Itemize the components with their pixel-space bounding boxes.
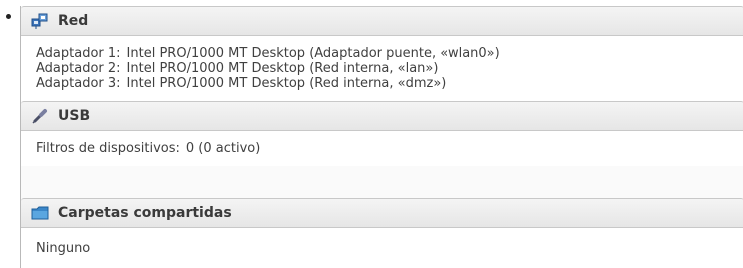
- section-header-shared-folders[interactable]: Carpetas compartidas: [21, 198, 743, 228]
- adapter-2-value: Intel PRO/1000 MT Desktop (Red interna, …: [126, 61, 439, 76]
- usb-plug-icon: [31, 107, 49, 125]
- list-bullet: [6, 14, 11, 19]
- section-body-shared-folders: Ninguno: [21, 228, 743, 268]
- adapter-1-label: Adaptador 1:: [36, 46, 121, 61]
- shared-folders-value: Ninguno: [36, 241, 91, 256]
- section-body-red: Adaptador 1: Intel PRO/1000 MT Desktop (A…: [21, 36, 743, 101]
- section-header-usb[interactable]: USB: [21, 101, 743, 131]
- section-title-red: Red: [58, 13, 89, 29]
- network-icon: [31, 12, 49, 30]
- adapter-3-value: Intel PRO/1000 MT Desktop (Red interna, …: [126, 76, 447, 91]
- adapter-3-label: Adaptador 3:: [36, 76, 121, 91]
- list-item: Adaptador 2: Intel PRO/1000 MT Desktop (R…: [36, 61, 743, 76]
- list-item: Adaptador 1: Intel PRO/1000 MT Desktop (A…: [36, 46, 743, 61]
- section-title-usb: USB: [58, 108, 91, 124]
- folder-icon: [31, 204, 49, 222]
- device-filters-value: 0 (0 activo): [185, 141, 261, 156]
- section-header-red[interactable]: Red: [21, 6, 743, 36]
- section-title-shared-folders: Carpetas compartidas: [58, 205, 232, 221]
- list-item: Ninguno: [36, 241, 743, 256]
- device-filters-label: Filtros de dispositivos:: [36, 141, 180, 156]
- list-item: Filtros de dispositivos: 0 (0 activo): [36, 141, 743, 156]
- section-body-usb: Filtros de dispositivos: 0 (0 activo): [21, 131, 743, 166]
- adapter-1-value: Intel PRO/1000 MT Desktop (Adaptador pue…: [126, 46, 500, 61]
- vm-details-panel: Red Adaptador 1: Intel PRO/1000 MT Deskto…: [20, 6, 743, 268]
- adapter-2-label: Adaptador 2:: [36, 61, 121, 76]
- list-item: Adaptador 3: Intel PRO/1000 MT Desktop (R…: [36, 76, 743, 91]
